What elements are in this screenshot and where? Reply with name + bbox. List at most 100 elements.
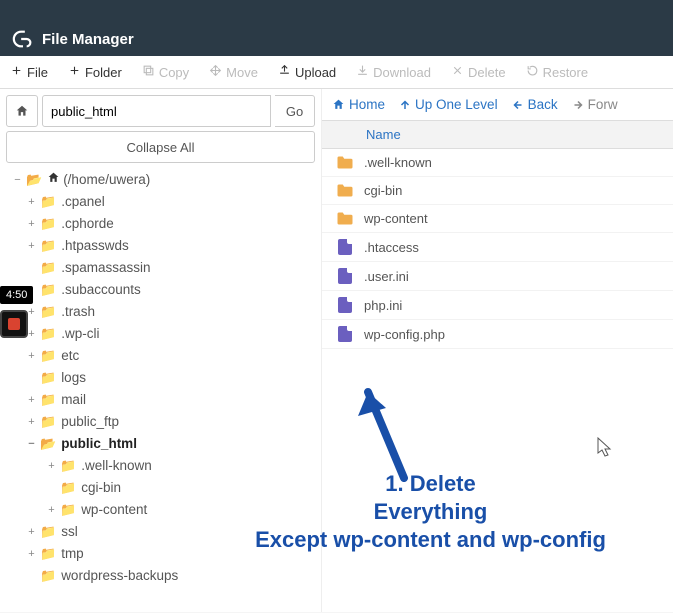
tree-node[interactable]: 📁.subaccounts bbox=[12, 279, 315, 301]
tree-node-label: .cpanel bbox=[61, 191, 105, 213]
file-row[interactable]: cgi-bin bbox=[322, 177, 673, 205]
toolbar-upload-button[interactable]: Upload bbox=[268, 56, 346, 88]
toggle-icon[interactable]: + bbox=[26, 389, 37, 411]
nav-forward[interactable]: Forw bbox=[572, 97, 618, 112]
folder-open-icon: 📂 bbox=[26, 169, 42, 191]
plus-icon bbox=[10, 64, 23, 80]
tree-node[interactable]: +📁.cpanel bbox=[12, 191, 315, 213]
nav-back[interactable]: Back bbox=[512, 97, 558, 112]
nav-back-label: Back bbox=[528, 97, 558, 112]
tree-node[interactable]: +📁.cphorde bbox=[12, 213, 315, 235]
tree-children-after: +📁ssl+📁tmp📁wordpress-backups bbox=[12, 521, 315, 587]
folder-icon: 📁 bbox=[40, 213, 56, 235]
nav-up[interactable]: Up One Level bbox=[399, 97, 498, 112]
tree-node[interactable]: +📁 etc bbox=[12, 345, 315, 367]
home-button[interactable] bbox=[6, 95, 38, 127]
folder-icon: 📁 bbox=[40, 543, 56, 565]
toggle-icon[interactable]: + bbox=[26, 543, 37, 565]
file-row[interactable]: .well-known bbox=[322, 149, 673, 177]
file-row[interactable]: wp-config.php bbox=[322, 320, 673, 349]
tree-node[interactable]: +📁public_ftp bbox=[12, 411, 315, 433]
folder-icon: 📁 bbox=[40, 345, 56, 367]
tree-node[interactable]: +📁tmp bbox=[12, 543, 315, 565]
toolbar-file-button[interactable]: File bbox=[0, 56, 58, 88]
toggle-icon[interactable]: + bbox=[26, 521, 37, 543]
tree-node-label: .spamassassin bbox=[61, 257, 150, 279]
folder-icon: 📁 bbox=[40, 389, 56, 411]
tree-node[interactable]: +📁mail bbox=[12, 389, 315, 411]
tree-node[interactable]: 📁logs bbox=[12, 367, 315, 389]
tree-node-label: ssl bbox=[61, 521, 78, 543]
toggle-icon[interactable]: + bbox=[26, 191, 37, 213]
file-icon bbox=[336, 297, 354, 313]
move-icon bbox=[209, 64, 222, 80]
toggle-icon[interactable]: + bbox=[26, 213, 37, 235]
tree-node-label: .wp-cli bbox=[61, 323, 99, 345]
folder-icon: 📁 bbox=[40, 323, 56, 345]
file-row[interactable]: wp-content bbox=[322, 205, 673, 233]
path-input[interactable] bbox=[42, 95, 271, 127]
tree-node[interactable]: +📁wp-content bbox=[12, 499, 315, 521]
folder-icon bbox=[336, 155, 354, 170]
file-icon bbox=[336, 239, 354, 255]
file-row[interactable]: php.ini bbox=[322, 291, 673, 320]
file-icon bbox=[336, 326, 354, 342]
tree-node[interactable]: 📁.spamassassin bbox=[12, 257, 315, 279]
file-name: wp-config.php bbox=[364, 327, 445, 342]
browser-chrome-strip bbox=[0, 0, 673, 22]
right-panel: Home Up One Level Back Forw Name .well-k… bbox=[322, 89, 673, 612]
toolbar-label: Restore bbox=[543, 65, 589, 80]
file-icon bbox=[336, 268, 354, 284]
folder-icon: 📁 bbox=[40, 191, 56, 213]
toolbar-copy-button: Copy bbox=[132, 56, 199, 88]
nav-up-label: Up One Level bbox=[415, 97, 498, 112]
toolbar-label: File bbox=[27, 65, 48, 80]
toolbar-folder-button[interactable]: Folder bbox=[58, 56, 132, 88]
tree-node[interactable]: +📁ssl bbox=[12, 521, 315, 543]
name-column-header[interactable]: Name bbox=[322, 120, 673, 149]
tree-node-label: tmp bbox=[61, 543, 84, 565]
tree-root[interactable]: − 📂 (/home/uwera) bbox=[12, 169, 315, 191]
tree-node-label: public_ftp bbox=[61, 411, 119, 433]
toggle-icon[interactable]: − bbox=[12, 169, 23, 191]
toggle-icon[interactable]: + bbox=[46, 455, 57, 477]
left-panel: Go Collapse All − 📂 (/home/uwera) +📁.cpa… bbox=[0, 89, 322, 612]
toolbar-label: Move bbox=[226, 65, 258, 80]
tree-node-label: public_html bbox=[61, 433, 137, 455]
toggle-icon[interactable]: + bbox=[26, 345, 37, 367]
folder-icon: 📁 bbox=[60, 499, 76, 521]
file-row[interactable]: .user.ini bbox=[322, 262, 673, 291]
toggle-icon[interactable]: + bbox=[26, 235, 37, 257]
toolbar-delete-button: Delete bbox=[441, 56, 516, 88]
nav-home[interactable]: Home bbox=[332, 97, 385, 112]
upload-icon bbox=[278, 64, 291, 80]
tree-node-label: .htpasswds bbox=[61, 235, 129, 257]
tree-node-label: .subaccounts bbox=[61, 279, 141, 301]
file-row[interactable]: .htaccess bbox=[322, 233, 673, 262]
toggle-icon[interactable]: − bbox=[26, 433, 37, 455]
collapse-all-button[interactable]: Collapse All bbox=[6, 131, 315, 163]
file-list: .well-known cgi-binwp-content.htaccess .us… bbox=[322, 149, 673, 349]
tree-root-label: (/home/uwera) bbox=[63, 169, 150, 191]
tree-node[interactable]: +📁.trash bbox=[12, 301, 315, 323]
tree-node-public-html[interactable]: − 📂 public_html bbox=[12, 433, 315, 455]
stop-icon bbox=[8, 318, 20, 330]
file-name: .user.ini bbox=[364, 269, 409, 284]
go-button[interactable]: Go bbox=[275, 95, 315, 127]
toggle-icon[interactable]: + bbox=[46, 499, 57, 521]
record-stop-button[interactable] bbox=[0, 310, 28, 338]
tree-node-label: etc bbox=[61, 345, 79, 367]
toggle-icon[interactable]: + bbox=[26, 411, 37, 433]
toolbar-restore-button: Restore bbox=[516, 56, 599, 88]
file-name: .well-known bbox=[364, 155, 432, 170]
tree-node[interactable]: +📁.wp-cli bbox=[12, 323, 315, 345]
tree-node[interactable]: +📁.well-known bbox=[12, 455, 315, 477]
folder-icon: 📁 bbox=[40, 565, 56, 587]
file-name: php.ini bbox=[364, 298, 402, 313]
tree-node-label: mail bbox=[61, 389, 86, 411]
tree-node[interactable]: 📁cgi-bin bbox=[12, 477, 315, 499]
tree-node[interactable]: +📁.htpasswds bbox=[12, 235, 315, 257]
tree-node[interactable]: 📁wordpress-backups bbox=[12, 565, 315, 587]
video-time-tag: 4:50 bbox=[0, 286, 33, 304]
tree-public-html-children: +📁.well-known📁cgi-bin+📁wp-content bbox=[12, 455, 315, 521]
